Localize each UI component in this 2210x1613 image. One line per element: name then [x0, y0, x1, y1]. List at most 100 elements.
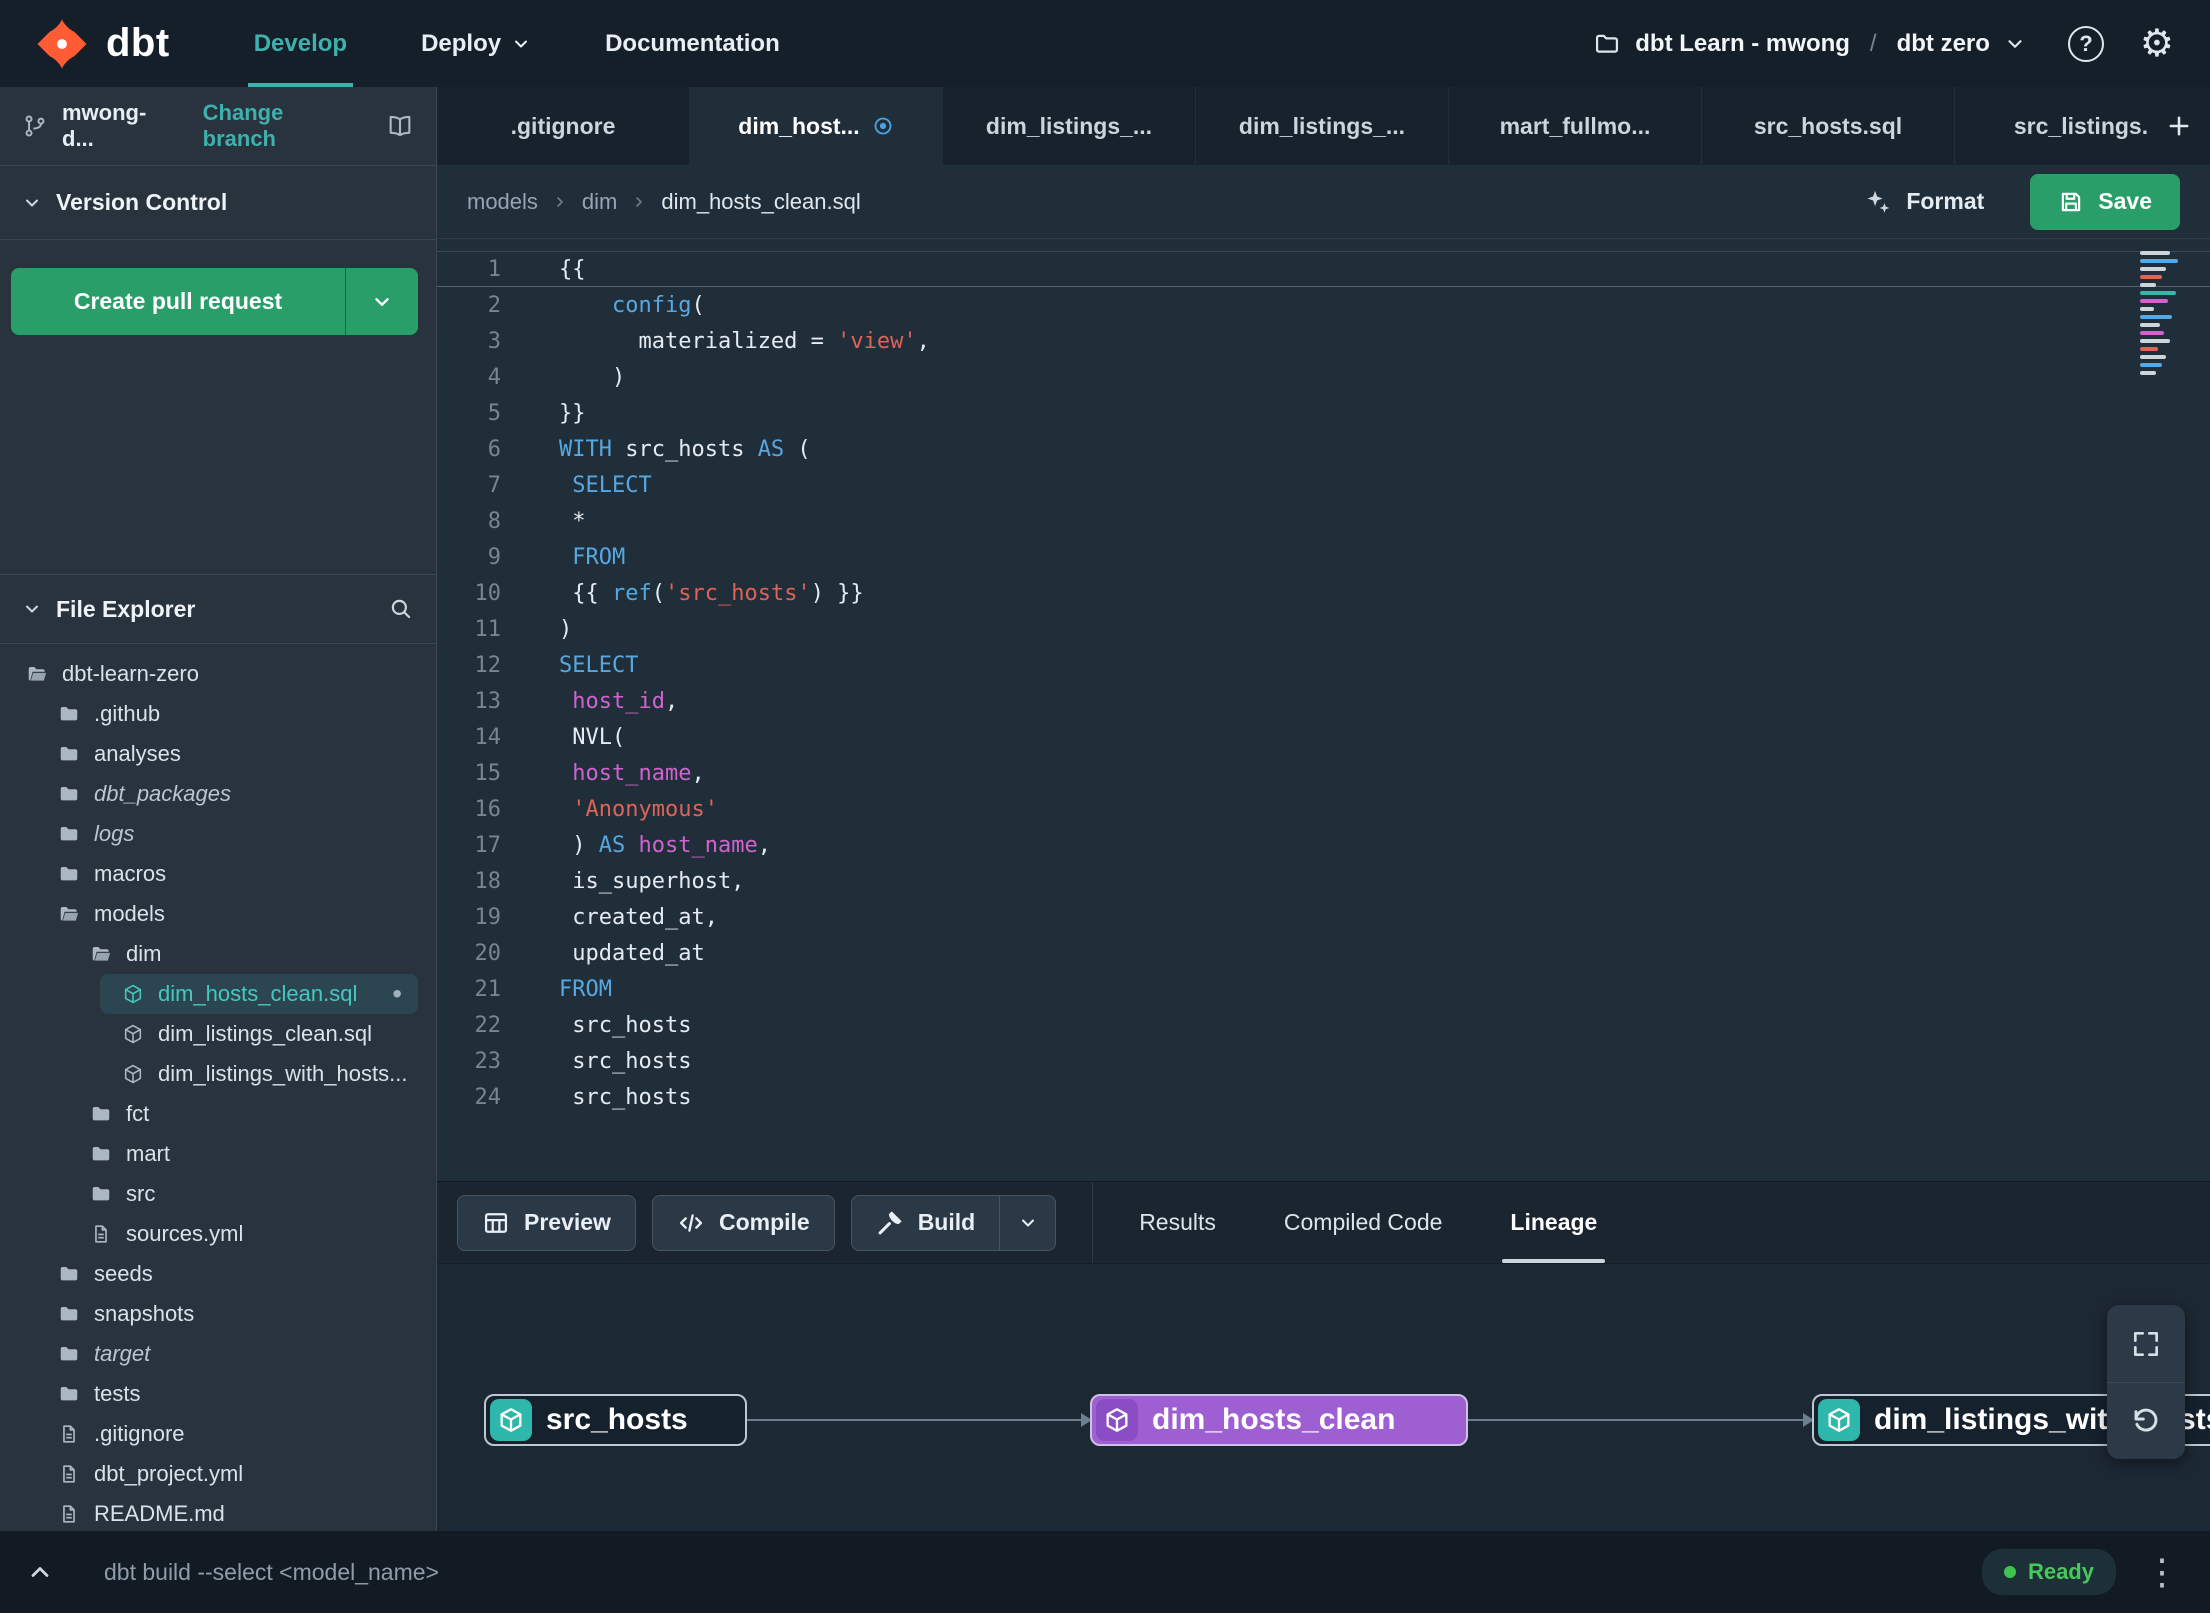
nav-item-develop[interactable]: Develop: [247, 0, 354, 87]
file-tree-item[interactable]: target: [0, 1334, 436, 1374]
cube-icon: [1103, 1406, 1131, 1434]
file-tree-item[interactable]: dbt_project.yml: [0, 1454, 436, 1494]
file-tree-item[interactable]: snapshots: [0, 1294, 436, 1334]
file-tree-item[interactable]: tests: [0, 1374, 436, 1414]
nav-item-label: Deploy: [421, 29, 502, 57]
line-number: 18: [474, 868, 502, 894]
file-name: sources.yml: [126, 1221, 244, 1246]
breadcrumb-item[interactable]: dim_hosts_clean.sql: [661, 189, 860, 215]
editor-tab[interactable]: dim_listings_...: [1196, 87, 1449, 165]
chevron-down-icon[interactable]: [2004, 33, 2026, 55]
command-input[interactable]: dbt build --select <model_name>: [104, 1559, 439, 1586]
gear-icon[interactable]: ⚙: [2140, 25, 2174, 63]
file-name: dim: [126, 941, 162, 966]
file-icon: [58, 1503, 80, 1525]
file-name: snapshots: [94, 1301, 195, 1326]
file-tree-item[interactable]: dbt_packages: [0, 774, 436, 814]
model-icon: [122, 1023, 144, 1045]
file-tree-item[interactable]: dim_listings_with_hosts...: [0, 1054, 436, 1094]
reset-view-button[interactable]: [2107, 1382, 2185, 1459]
file-tree-item[interactable]: macros: [0, 854, 436, 894]
file-tree-item[interactable]: dbt-learn-zero: [0, 654, 436, 694]
folder-icon: [58, 743, 80, 765]
build-options-button[interactable]: [1000, 1194, 1057, 1251]
line-number: 4: [487, 364, 501, 390]
build-button-group: Build: [850, 1194, 1057, 1251]
main-nav: Develop Deploy Documentation: [247, 0, 854, 87]
change-branch-link[interactable]: Change branch: [203, 100, 358, 152]
new-tab-button[interactable]: [2148, 87, 2210, 165]
chevron-down-icon: [1018, 1213, 1038, 1233]
code-line: 19 created_at,: [437, 899, 2210, 935]
code-line: 3 materialized = 'view',: [437, 323, 2210, 359]
panel-tab-compiled-code[interactable]: Compiled Code: [1250, 1182, 1477, 1263]
editor-tab[interactable]: dim_host...: [690, 87, 943, 165]
project-name[interactable]: dbt Learn - mwong: [1635, 30, 1850, 58]
code-line: 24 src_hosts: [437, 1079, 2210, 1115]
dbt-logo[interactable]: dbt: [0, 16, 170, 72]
file-tree-item[interactable]: dim: [0, 934, 436, 974]
file-name: dim_hosts_clean.sql: [158, 981, 358, 1006]
editor-tab[interactable]: .gitignore: [437, 87, 690, 165]
code-text: *: [559, 508, 586, 534]
breadcrumb-row: models dim dim_hosts_clean.sql Format Save: [437, 165, 2210, 239]
create-pull-request-button[interactable]: Create pull request: [11, 268, 418, 335]
environment-name[interactable]: dbt zero: [1897, 30, 1990, 58]
panel-tab-results[interactable]: Results: [1105, 1182, 1250, 1263]
file-tree-item[interactable]: seeds: [0, 1254, 436, 1294]
search-icon[interactable]: [388, 596, 414, 622]
nav-item-documentation[interactable]: Documentation: [605, 0, 780, 87]
file-tree-item[interactable]: .gitignore: [0, 1414, 436, 1454]
undo-icon: [2130, 1405, 2162, 1437]
fullscreen-button[interactable]: [2107, 1305, 2185, 1382]
file-tree-item[interactable]: models: [0, 894, 436, 934]
file-name: fct: [126, 1101, 150, 1126]
folder-open-icon: [58, 903, 80, 925]
file-name: mart: [126, 1141, 170, 1166]
chevron-up-icon[interactable]: [26, 1558, 54, 1586]
panel-tab-lineage[interactable]: Lineage: [1476, 1182, 1631, 1263]
lineage-node-src_hosts[interactable]: src_hosts: [484, 1394, 747, 1446]
preview-button[interactable]: Preview: [457, 1194, 636, 1251]
nav-item-deploy[interactable]: Deploy: [421, 0, 531, 87]
editor-minimap[interactable]: [2140, 251, 2188, 379]
editor-tab[interactable]: dim_listings_...: [943, 87, 1196, 165]
editor-tab[interactable]: src_hosts.sql: [1702, 87, 1955, 165]
editor-tab[interactable]: mart_fullmo...: [1449, 87, 1702, 165]
save-button[interactable]: Save: [2030, 173, 2180, 230]
breadcrumb-item[interactable]: models: [467, 189, 538, 215]
file-tree-item[interactable]: dim_hosts_clean.sql •: [100, 974, 418, 1014]
file-tree-item[interactable]: analyses: [0, 734, 436, 774]
help-icon[interactable]: ?: [2067, 25, 2104, 62]
build-button[interactable]: Build: [850, 1194, 1001, 1251]
docs-book-icon[interactable]: [386, 112, 414, 140]
lineage-node-dim_hosts_clean[interactable]: dim_hosts_clean: [1090, 1394, 1468, 1446]
file-tree-item[interactable]: dim_listings_clean.sql: [0, 1014, 436, 1054]
file-tree-item[interactable]: logs: [0, 814, 436, 854]
version-control-header[interactable]: Version Control: [0, 166, 436, 240]
line-number: 6: [487, 436, 501, 462]
file-explorer-header[interactable]: File Explorer: [0, 574, 436, 644]
line-number: 16: [474, 796, 502, 822]
nav-item-label: Develop: [253, 29, 348, 57]
tab-label: mart_fullmo...: [1499, 112, 1651, 139]
code-lines: 1{{2 config(3 materialized = 'view', 4 ) 5…: [437, 251, 2210, 1115]
file-tree-item[interactable]: README.md: [0, 1494, 436, 1531]
breadcrumb-item[interactable]: dim: [582, 189, 617, 215]
folder-icon: [58, 703, 80, 725]
file-tree-item[interactable]: src: [0, 1174, 436, 1214]
compile-button[interactable]: Compile: [651, 1194, 835, 1251]
folder-icon: [58, 1303, 80, 1325]
overflow-menu-icon[interactable]: ⋮: [2144, 1554, 2180, 1590]
file-tree-item[interactable]: .github: [0, 694, 436, 734]
format-button[interactable]: Format: [1864, 188, 1984, 216]
code-editor[interactable]: 1{{2 config(3 materialized = 'view', 4 ) 5…: [437, 239, 2210, 1181]
tab-label: dim_listings_...: [1238, 112, 1406, 139]
file-tree-item[interactable]: sources.yml: [0, 1214, 436, 1254]
chevron-down-icon[interactable]: [346, 291, 418, 313]
folder-open-icon: [90, 943, 112, 965]
line-number: 1: [487, 256, 501, 282]
file-tree-item[interactable]: mart: [0, 1134, 436, 1174]
code-text: ) AS host_name,: [559, 832, 771, 858]
file-tree-item[interactable]: fct: [0, 1094, 436, 1134]
